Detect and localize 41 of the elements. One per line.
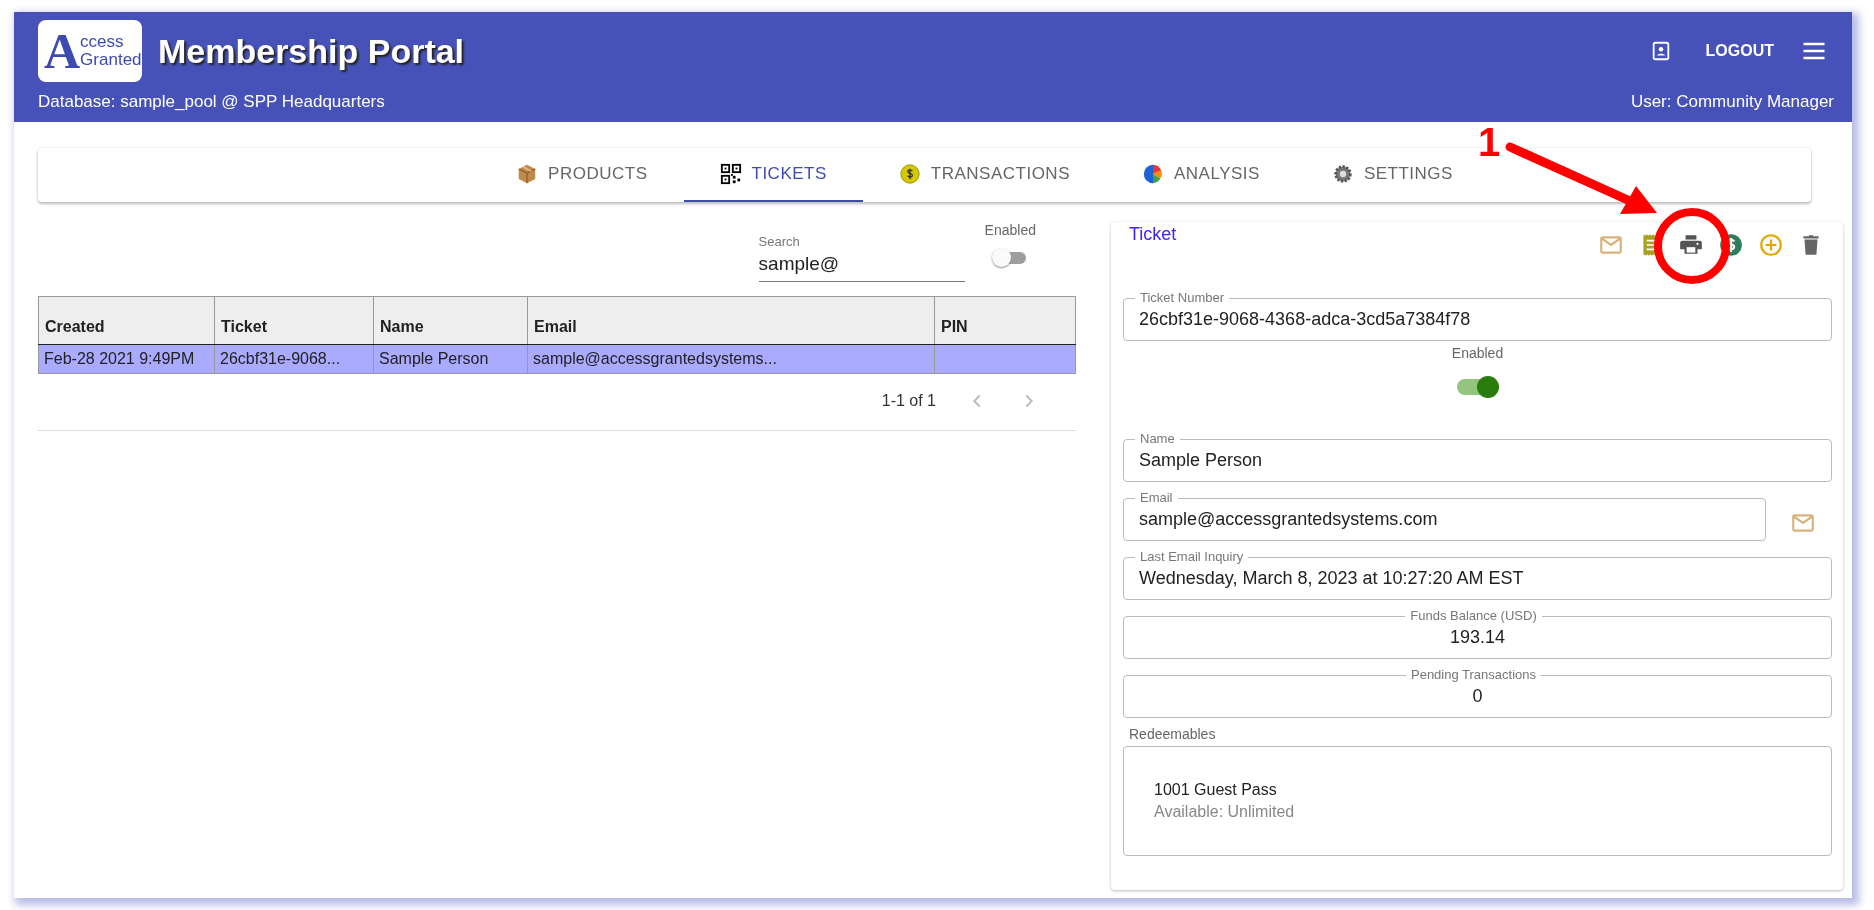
- column-header[interactable]: Name: [373, 296, 528, 345]
- table-cell: Feb-28 2021 9:49PM: [44, 350, 195, 367]
- enabled-label: Enabled: [984, 222, 1036, 238]
- redeemable-name[interactable]: 1001 Guest Pass: [1154, 781, 1801, 799]
- search-label: Search: [758, 234, 800, 249]
- qr-code-icon: [719, 163, 742, 185]
- column-header[interactable]: Ticket: [214, 296, 374, 345]
- table-cell: 26cbf31e-9068...: [220, 350, 341, 367]
- table-cell: Sample Person: [379, 350, 489, 367]
- user-label: User: Community Manager: [1630, 92, 1834, 112]
- enabled-toggle[interactable]: [1456, 375, 1499, 399]
- page-range: 1-1 of 1: [881, 392, 936, 410]
- ticket-number-field[interactable]: Ticket Number 26cbf31e-9068-4368-adca-3cd5a7384f78: [1123, 290, 1832, 341]
- pie-chart-icon: [1142, 163, 1164, 185]
- tab[interactable]: PRODUCTS: [480, 148, 684, 202]
- column-header[interactable]: PIN: [934, 296, 1076, 345]
- table-row[interactable]: Feb-28 2021 9:49PM 26cbf31e-9068... Sample Person sample@accessgrantedsystems...: [38, 344, 1076, 374]
- redeemable-availability: Available: Unlimited: [1154, 803, 1296, 821]
- annotation-number: 1: [1478, 122, 1501, 162]
- coin-icon: [898, 163, 921, 185]
- form-field[interactable]: Funds Balance (USD) 193.14: [1123, 608, 1832, 659]
- tab[interactable]: TRANSACTIONS: [862, 148, 1106, 202]
- logout-button[interactable]: LOGOUT: [1701, 36, 1778, 66]
- box-icon: [516, 163, 539, 185]
- gear-icon: [1331, 163, 1354, 185]
- form-field[interactable]: Name Sample Person: [1123, 431, 1832, 482]
- tab[interactable]: TICKETS: [683, 148, 863, 202]
- form-field[interactable]: Last Email Inquiry Wednesday, March 8, 2023 at 10:27:20 AM EST: [1123, 549, 1832, 600]
- form-field[interactable]: Pending Transactions 0: [1123, 667, 1832, 718]
- dollar-icon[interactable]: [1718, 232, 1744, 258]
- redeemables-label: Redeemables: [1128, 726, 1217, 744]
- table-cell: sample@accessgrantedsystems...: [533, 350, 777, 367]
- database-label: Database: sample_pool @ SPP Headquarters: [38, 92, 385, 112]
- app-title: Membership Portal: [158, 31, 465, 71]
- email-field[interactable]: Email sample@accessgrantedsystems.com: [1123, 490, 1766, 541]
- add-icon[interactable]: [1758, 232, 1784, 258]
- tab[interactable]: ANALYSIS: [1106, 148, 1296, 202]
- panel-title: Ticket: [1128, 223, 1177, 245]
- enabled-label: Enabled: [1451, 345, 1504, 361]
- column-header[interactable]: Created: [38, 296, 215, 345]
- column-header[interactable]: Email: [527, 296, 935, 345]
